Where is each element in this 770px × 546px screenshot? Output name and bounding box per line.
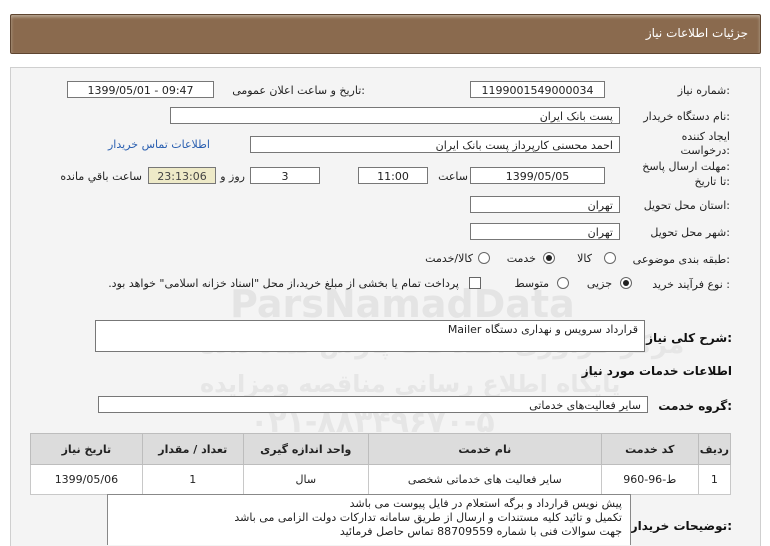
city-label: شهر محل تحویل: [650, 226, 730, 239]
buyer-notes-box: پیش نویس قرارداد و برگه استعلام در فایل … [107, 494, 631, 545]
col-need-date: تاریخ نیاز [30, 433, 143, 465]
deadline-time-label: ساعت [438, 170, 468, 183]
creator-field: احمد محسنی کارپرداز پست بانک ایران [250, 136, 620, 153]
process-medium-radio[interactable] [557, 277, 569, 289]
cell-service-code: ط-96-960 [600, 464, 699, 495]
notes-line: پیش نویس قرارداد و برگه استعلام در فایل … [349, 497, 622, 510]
services-table: ردیف کد خدمت نام خدمت واحد اندازه گیری ت… [30, 433, 732, 495]
buyer-contact-link[interactable]: اطلاعات تماس خریدار [108, 138, 210, 151]
category-goods-radio[interactable] [604, 252, 616, 264]
remaining-time-field: 23:13:06 [148, 167, 216, 184]
cell-need-date: 1399/05/06 [30, 464, 143, 495]
announce-date-field: 1399/05/01 - 09:47 [67, 81, 214, 98]
services-section-title: اطلاعات خدمات مورد نیاز [581, 364, 732, 378]
deadline-time-field: 11:00 [358, 167, 428, 184]
table-row: 1 ط-96-960 سایر فعالیت های خدماتی شخصی س… [30, 464, 732, 495]
city-field: تهران [470, 223, 620, 240]
category-goods-service-radio[interactable] [478, 252, 490, 264]
category-goods-service-label: کالا/خدمت [425, 252, 473, 265]
treasury-payment-checkbox[interactable] [469, 277, 481, 289]
cell-quantity: 1 [141, 464, 244, 495]
days-remaining-field: 3 [250, 167, 320, 184]
buyer-label: نام دستگاه خریدار: [643, 110, 730, 123]
col-quantity: تعداد / مقدار [141, 433, 244, 465]
col-row-number: ردیف [697, 433, 732, 465]
notes-line: تکمیل و تائید کلیه مستندات و ارسال از طر… [234, 511, 622, 524]
page-title: جزئیات اطلاعات نیاز [645, 26, 748, 40]
summary-label: شرح کلی نیاز: [646, 331, 732, 345]
announce-date-label: تاریخ و ساعت اعلان عمومی: [232, 84, 365, 97]
service-group-field: سایر فعالیت‌های خدماتی [98, 396, 648, 413]
cell-unit: سال [242, 464, 369, 495]
category-goods-label: کالا [577, 252, 592, 265]
category-label: طبقه بندی موضوعی: [632, 253, 730, 266]
col-service-name: نام خدمت [367, 433, 602, 465]
process-medium-label: متوسط [514, 277, 549, 290]
category-service-radio[interactable] [543, 252, 555, 264]
buyer-notes-label: توضیحات خریدار: [630, 519, 732, 533]
province-field: تهران [470, 196, 620, 213]
summary-field: قرارداد سرویس و نهداری دستگاه Mailer [95, 320, 645, 352]
need-number-field: 1199001549000034 [470, 81, 605, 98]
category-service-label: خدمت [506, 252, 536, 265]
deadline-label-line1: مهلت ارسال پاسخ: [642, 160, 730, 173]
deadline-date-field: 1399/05/05 [470, 167, 605, 184]
page-header: جزئیات اطلاعات نیاز [10, 14, 761, 54]
process-partial-label: جزیی [586, 277, 612, 290]
process-label: نوع فرآیند خرید : [652, 278, 730, 291]
province-label: استان محل تحویل: [643, 199, 730, 212]
col-unit: واحد اندازه گیری [242, 433, 369, 465]
need-number-label: شماره نیاز: [677, 84, 730, 97]
days-label: روز و [220, 170, 245, 183]
cell-service-name: سایر فعالیت های خدماتی شخصی [367, 464, 602, 495]
service-group-label: گروه خدمت: [658, 399, 732, 413]
process-partial-radio[interactable] [620, 277, 632, 289]
remaining-time-label: ساعت باقي مانده [60, 170, 142, 183]
cell-row-number: 1 [697, 464, 732, 495]
table-header-row: ردیف کد خدمت نام خدمت واحد اندازه گیری ت… [30, 433, 732, 465]
deadline-label-line2: تا تاریخ: [694, 175, 730, 188]
notes-line: جهت سوالات فنی با شماره 88709559 تماس حا… [339, 525, 622, 538]
treasury-payment-note: پرداخت تمام یا بخشی از مبلغ خرید،از محل … [108, 277, 459, 290]
buyer-field: پست بانک ایران [170, 107, 620, 124]
col-service-code: کد خدمت [600, 433, 699, 465]
creator-label-line2: درخواست: [680, 144, 731, 157]
creator-label-line1: ایجاد کننده [681, 130, 730, 143]
